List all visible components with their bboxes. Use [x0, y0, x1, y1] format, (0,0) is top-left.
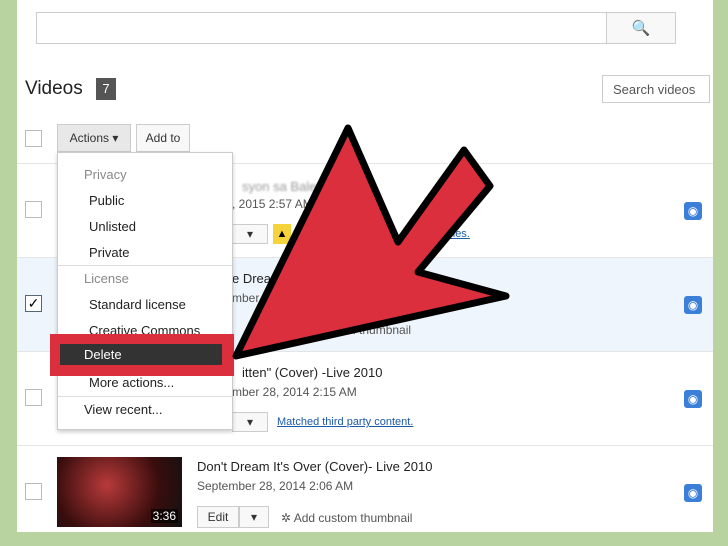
red-arrow: [232, 124, 510, 360]
arrow-shape: [232, 124, 510, 360]
wikihow-watermark: wikiHow: [632, 514, 709, 536]
